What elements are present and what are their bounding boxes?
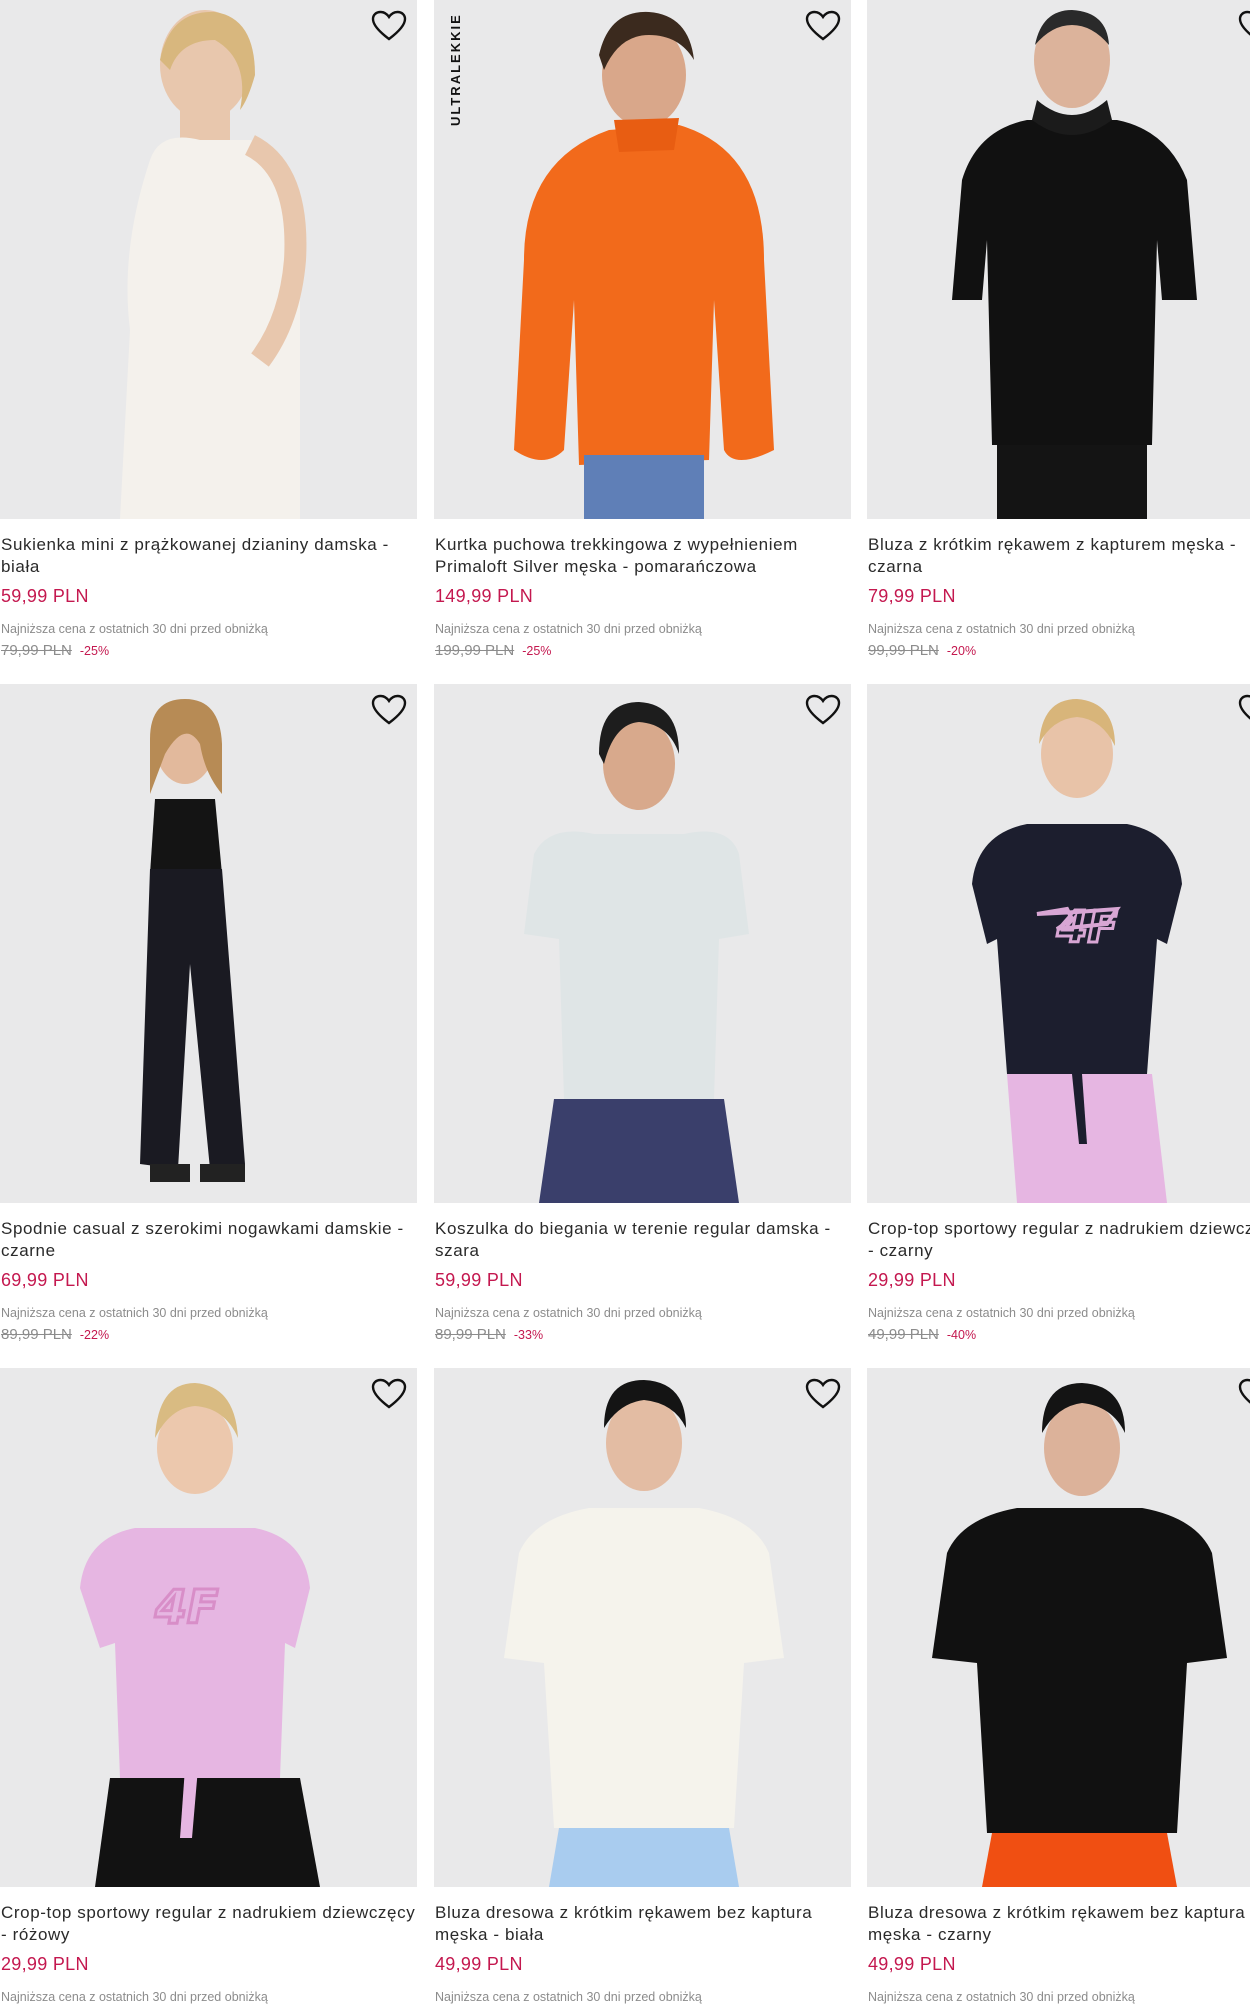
discount-badge: -22% [79,1328,110,1342]
product-price: 59,99 PLN [1,586,89,606]
product-card[interactable]: Spodnie casual z szerokimi nogawkami dam… [0,684,417,1368]
product-name[interactable]: Crop-top sportowy regular z nadrukiem dz… [868,1218,1250,1262]
old-price: 199,99 PLN [435,642,515,659]
product-price: 69,99 PLN [1,1270,89,1290]
product-name[interactable]: Sukienka mini z prążkowanej dzianiny dam… [1,534,417,578]
product-image[interactable] [867,1368,1250,1887]
product-card[interactable]: Sukienka mini z prążkowanej dzianiny dam… [0,0,417,684]
product-image[interactable] [0,684,417,1203]
lowest-price-label: Najniższa cena z ostatnich 30 dni przed … [1,622,268,636]
product-card[interactable]: ULTRALEKKIE Kurtka puchowa trekkingowa z… [434,0,851,684]
favorite-heart-icon[interactable] [805,1378,841,1410]
favorite-heart-icon[interactable] [371,1378,407,1410]
product-image[interactable]: 4F [0,1368,417,1887]
lowest-price-label: Najniższa cena z ostatnich 30 dni przed … [868,1990,1135,2004]
old-price-row: 49,99 PLN -40% [868,1326,976,1343]
old-price-row: 199,99 PLN -25% [435,642,551,659]
discount-badge: -20% [946,644,977,658]
favorite-heart-icon[interactable] [1238,1378,1250,1410]
product-card[interactable]: 4F Crop-top sportowy regular z nadrukiem… [867,684,1250,1368]
lowest-price-label: Najniższa cena z ostatnich 30 dni przed … [868,622,1135,636]
product-grid: Sukienka mini z prążkowanej dzianiny dam… [0,0,1250,2014]
product-card[interactable]: Bluza z krótkim rękawem z kapturem męska… [867,0,1250,684]
favorite-heart-icon[interactable] [1238,10,1250,42]
product-image[interactable] [434,1368,851,1887]
lowest-price-label: Najniższa cena z ostatnich 30 dni przed … [868,1306,1135,1320]
discount-badge: -40% [946,1328,977,1342]
product-price: 149,99 PLN [435,586,534,606]
favorite-heart-icon[interactable] [1238,694,1250,726]
lowest-price-label: Najniższa cena z ostatnich 30 dni przed … [1,1306,268,1320]
product-card[interactable]: 4F Crop-top sportowy regular z nadrukiem… [0,1368,417,2014]
product-name[interactable]: Spodnie casual z szerokimi nogawkami dam… [1,1218,417,1262]
old-price: 49,99 PLN [868,1326,939,1343]
product-card[interactable]: Bluza dresowa z krótkim rękawem bez kapt… [867,1368,1250,2014]
product-image[interactable] [867,0,1250,519]
discount-badge: -33% [513,1328,544,1342]
product-price: 49,99 PLN [435,1954,523,1974]
lowest-price-label: Najniższa cena z ostatnich 30 dni przed … [435,622,702,636]
product-price: 29,99 PLN [868,1270,956,1290]
svg-text:4F: 4F [1056,902,1118,953]
lowest-price-label: Najniższa cena z ostatnich 30 dni przed … [1,1990,268,2004]
old-price: 79,99 PLN [1,642,72,659]
product-price: 59,99 PLN [435,1270,523,1290]
old-price: 89,99 PLN [1,1326,72,1343]
product-image[interactable]: ULTRALEKKIE [434,0,851,519]
product-image[interactable]: 4F [867,684,1250,1203]
old-price: 89,99 PLN [435,1326,506,1343]
product-price: 79,99 PLN [868,586,956,606]
lowest-price-label: Najniższa cena z ostatnich 30 dni przed … [435,1990,702,2004]
product-name[interactable]: Bluza dresowa z krótkim rękawem bez kapt… [435,1902,851,1946]
product-name[interactable]: Bluza dresowa z krótkim rękawem bez kapt… [868,1902,1250,1946]
old-price-row: 79,99 PLN -25% [1,642,109,659]
old-price-row: 99,99 PLN -20% [868,642,976,659]
old-price-row: 89,99 PLN -33% [435,1326,543,1343]
product-image[interactable] [0,0,417,519]
old-price: 99,99 PLN [868,642,939,659]
product-name[interactable]: Kurtka puchowa trekkingowa z wypełnienie… [435,534,851,578]
product-badge: ULTRALEKKIE [448,13,463,126]
old-price-row: 89,99 PLN -22% [1,1326,109,1343]
lowest-price-label: Najniższa cena z ostatnich 30 dni przed … [435,1306,702,1320]
product-price: 49,99 PLN [868,1954,956,1974]
product-name[interactable]: Crop-top sportowy regular z nadrukiem dz… [1,1902,417,1946]
favorite-heart-icon[interactable] [371,10,407,42]
discount-badge: -25% [522,644,552,658]
product-price: 29,99 PLN [1,1954,89,1974]
discount-badge: -25% [79,644,110,658]
product-name[interactable]: Koszulka do biegania w terenie regular d… [435,1218,851,1262]
product-card[interactable]: Koszulka do biegania w terenie regular d… [434,684,851,1368]
favorite-heart-icon[interactable] [371,694,407,726]
favorite-heart-icon[interactable] [805,694,841,726]
svg-text:4F: 4F [154,1580,218,1634]
product-card[interactable]: Bluza dresowa z krótkim rękawem bez kapt… [434,1368,851,2014]
product-name[interactable]: Bluza z krótkim rękawem z kapturem męska… [868,534,1250,578]
product-image[interactable] [434,684,851,1203]
favorite-heart-icon[interactable] [805,10,841,42]
